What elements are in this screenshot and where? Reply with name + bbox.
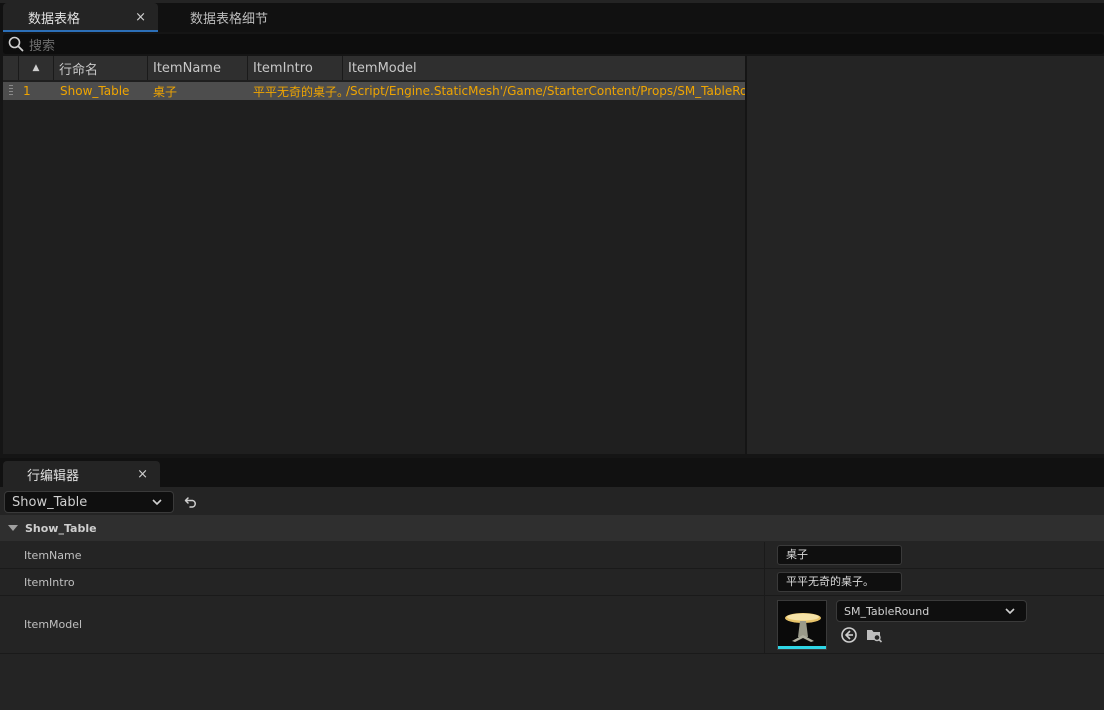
itemname-field[interactable]: 桌子 — [777, 545, 902, 565]
tab-row-editor[interactable]: 行编辑器 × — [3, 461, 160, 487]
search-icon — [8, 36, 24, 52]
tab-data-table[interactable]: 数据表格 × — [3, 3, 158, 32]
property-row-itemintro: ItemIntro 平平无奇的桌子。 — [0, 569, 1104, 596]
property-row-itemmodel: ItemModel SM_TableRound — [0, 596, 1104, 654]
tab-data-table-details-label: 数据表格细节 — [190, 12, 269, 27]
row-editor-pane: Show_Table Show_Table ItemName 桌子 ItemIn… — [0, 487, 1104, 710]
close-icon[interactable]: × — [137, 467, 148, 482]
row-editor-tab-bar: 行编辑器 × — [0, 458, 1104, 487]
top-border — [0, 0, 1104, 3]
tab-data-table-label: 数据表格 — [28, 12, 81, 27]
row-name-cell: Show_Table — [60, 84, 130, 98]
sort-ascending-icon[interactable]: ▲ — [19, 56, 54, 80]
active-tab-accent — [3, 30, 158, 32]
property-label: ItemModel — [24, 618, 83, 631]
asset-picker-dropdown[interactable]: SM_TableRound — [836, 600, 1027, 622]
row-index: 1 — [23, 84, 31, 98]
table-row[interactable]: 1 Show_Table 桌子 平平无奇的桌子。 /Script/Engine.… — [3, 82, 745, 100]
browse-asset-icon[interactable] — [865, 626, 883, 644]
itemmodel-cell: /Script/Engine.StaticMesh'/Game/StarterC… — [346, 84, 745, 98]
row-select-value: Show_Table — [12, 494, 88, 510]
collapse-triangle-icon[interactable] — [8, 525, 18, 531]
section-title: Show_Table — [25, 521, 97, 535]
header-handle-column — [3, 56, 19, 80]
column-divider[interactable] — [764, 596, 765, 653]
details-pane — [747, 56, 1104, 454]
section-header[interactable]: Show_Table — [0, 515, 1104, 541]
column-divider[interactable] — [764, 569, 765, 595]
asset-thumbnail[interactable] — [777, 600, 827, 650]
tab-row-editor-label: 行编辑器 — [27, 468, 80, 484]
search-placeholder: 搜索 — [29, 38, 56, 54]
header-itemname[interactable]: ItemName — [148, 56, 248, 80]
asset-picker-value: SM_TableRound — [844, 604, 930, 618]
table-mesh-preview — [778, 601, 826, 649]
itemintro-cell: 平平无奇的桌子。 — [253, 84, 343, 99]
data-table-grid: ▲ 行命名 ItemName ItemIntro ItemModel 1 Sho… — [3, 56, 745, 454]
header-itemintro[interactable]: ItemIntro — [248, 56, 343, 80]
itemname-cell: 桌子 — [153, 84, 178, 99]
table-header: ▲ 行命名 ItemName ItemIntro ItemModel — [3, 56, 745, 80]
chevron-down-icon — [1005, 608, 1015, 615]
header-rowname[interactable]: 行命名 — [54, 56, 148, 80]
property-row-itemname: ItemName 桌子 — [0, 542, 1104, 569]
header-itemmodel[interactable]: ItemModel — [343, 56, 745, 80]
tab-data-table-details[interactable]: 数据表格细节 — [190, 3, 268, 32]
search-input[interactable]: 搜索 — [3, 34, 1104, 54]
drag-handle-icon[interactable] — [3, 82, 19, 100]
itemintro-field[interactable]: 平平无奇的桌子。 — [777, 572, 902, 592]
property-label: ItemIntro — [24, 576, 75, 589]
column-divider[interactable] — [764, 542, 765, 568]
chevron-down-icon — [152, 499, 162, 506]
property-label: ItemName — [24, 549, 82, 562]
close-icon[interactable]: × — [135, 10, 146, 25]
asset-type-bar — [778, 646, 826, 649]
top-tab-bar: 数据表格 × 数据表格细节 — [0, 0, 1104, 32]
undo-icon[interactable] — [184, 495, 198, 509]
row-select-dropdown[interactable]: Show_Table — [4, 491, 174, 513]
use-selected-asset-icon[interactable] — [840, 626, 858, 644]
